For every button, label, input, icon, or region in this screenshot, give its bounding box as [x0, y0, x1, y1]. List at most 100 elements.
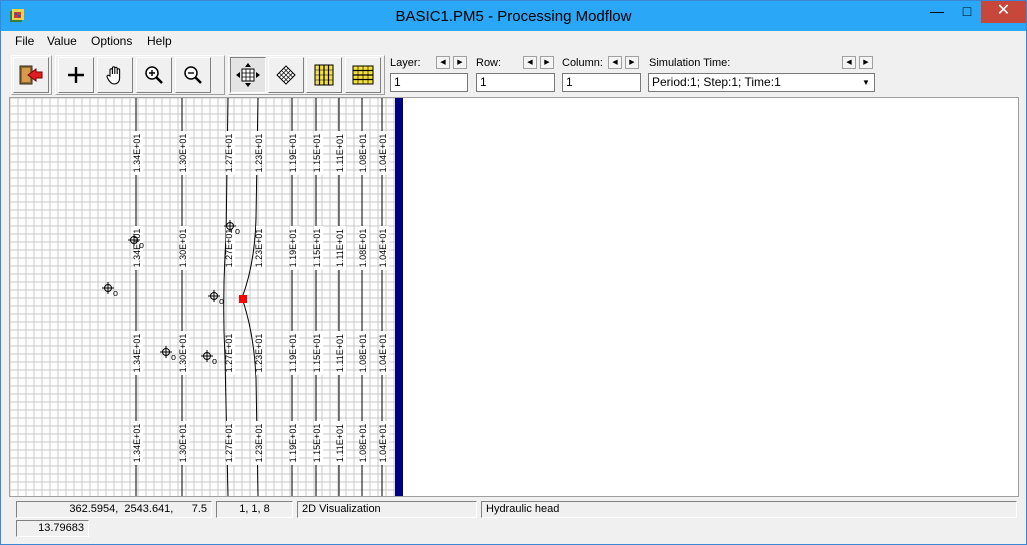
contour-label: 1.27E+01 — [224, 424, 234, 463]
column-label: Column: — [562, 57, 603, 69]
pan-hand-icon — [106, 66, 121, 85]
grid-columns-icon — [314, 64, 334, 86]
contour-label: 1.27E+01 — [224, 334, 234, 373]
layer-input[interactable]: 1 — [390, 73, 468, 92]
grid-columns-button[interactable] — [306, 57, 342, 93]
model-view-canvas[interactable]: 1.34E+01 1.34E+01 1.34E+01 1.34E+01 1.30E+01… — [9, 97, 1019, 497]
move-grid-button[interactable] — [230, 57, 266, 93]
row-increment-button[interactable]: ▶ — [540, 56, 554, 69]
contour-label: 1.08E+01 — [358, 334, 368, 373]
contour-label: 1.15E+01 — [312, 134, 322, 173]
pan-button[interactable] — [97, 57, 133, 93]
contour-label: 1.11E+01 — [335, 134, 345, 172]
row-decrement-button[interactable]: ◀ — [523, 56, 537, 69]
menu-help[interactable]: Help — [147, 34, 172, 48]
contour-label: 1.08E+01 — [358, 424, 368, 463]
status-coordinates: 362.5954, 2543.641, 7.5 — [16, 501, 212, 518]
contour-label: 1.34E+01 — [132, 334, 142, 373]
simulation-time-label: Simulation Time: — [649, 57, 731, 69]
move-grid-icon — [236, 63, 260, 87]
row-input[interactable]: 1 — [476, 73, 555, 92]
layer-decrement-button[interactable]: ◀ — [436, 56, 450, 69]
active-cell-marker — [239, 295, 247, 303]
contour-label: 1.04E+01 — [378, 424, 388, 463]
contour-label: 1.30E+01 — [178, 134, 188, 173]
zoom-out-button[interactable] — [175, 57, 211, 93]
grid-rows-icon — [352, 65, 374, 85]
minimize-button[interactable]: — — [921, 1, 953, 23]
rotate-grid-button[interactable] — [268, 57, 304, 93]
well-label: o — [212, 356, 217, 366]
contour-label: 1.08E+01 — [358, 134, 368, 173]
contour-label: 1.30E+01 — [178, 334, 188, 373]
menu-bar: File Value Options Help — [1, 31, 1026, 51]
contour-label: 1.11E+01 — [335, 424, 345, 462]
contour-label: 1.19E+01 — [288, 229, 298, 268]
contour-label: 1.19E+01 — [288, 134, 298, 173]
menu-options[interactable]: Options — [91, 34, 132, 48]
contour-label: 1.11E+01 — [335, 334, 345, 372]
contour-label: 1.23E+01 — [254, 424, 264, 463]
contour-label: 1.04E+01 — [378, 134, 388, 173]
status-value: 13.79683 — [16, 520, 89, 537]
zoom-in-icon — [145, 66, 163, 84]
menu-file[interactable]: File — [15, 34, 34, 48]
app-window: BASIC1.PM5 - Processing Modflow — □ ✕ Fi… — [0, 0, 1027, 545]
status-parameter: Hydraulic head — [481, 501, 1017, 518]
contour-label: 1.11E+01 — [335, 229, 345, 267]
contour-label: 1.04E+01 — [378, 229, 388, 268]
contour-label: 1.27E+01 — [224, 229, 234, 268]
contour-label: 1.19E+01 — [288, 424, 298, 463]
simulation-time-value: Period:1; Step:1; Time:1 — [652, 75, 781, 89]
contour-label: 1.15E+01 — [312, 424, 322, 463]
contour-label: 1.34E+01 — [132, 424, 142, 463]
model-boundary — [395, 98, 403, 496]
exit-button[interactable] — [13, 57, 49, 93]
status-bar-value: 13.79683 — [9, 520, 1019, 538]
time-decrement-button[interactable]: ◀ — [842, 56, 856, 69]
chevron-down-icon[interactable]: ▼ — [858, 74, 874, 91]
column-decrement-button[interactable]: ◀ — [608, 56, 622, 69]
well-label: o — [219, 296, 224, 306]
status-bar: 362.5954, 2543.641, 7.5 1, 1, 8 2D Visua… — [9, 501, 1019, 519]
window-title: BASIC1.PM5 - Processing Modflow — [395, 8, 632, 25]
maximize-button[interactable]: □ — [953, 1, 981, 23]
well-label: o — [235, 226, 240, 236]
grid-rows-button[interactable] — [345, 57, 381, 93]
layer-label: Layer: — [390, 57, 421, 69]
contour-lines: 1.34E+011.34E+011.34E+011.34E+011.30E+01… — [132, 98, 389, 496]
status-cell: 1, 1, 8 — [216, 501, 293, 518]
zoom-out-icon — [184, 66, 202, 84]
contour-label: 1.23E+01 — [254, 134, 264, 173]
layer-increment-button[interactable]: ▶ — [453, 56, 467, 69]
contour-label: 1.15E+01 — [312, 229, 322, 268]
simulation-time-select[interactable]: Period:1; Step:1; Time:1 ▼ — [648, 73, 875, 92]
title-bar[interactable]: BASIC1.PM5 - Processing Modflow — □ ✕ — [1, 1, 1026, 31]
contour-label: 1.34E+01 — [132, 134, 142, 173]
contour-label: 1.27E+01 — [224, 134, 234, 173]
toolbar: Layer: ◀ ▶ 1 Row: ◀ ▶ 1 Column: ◀ ▶ 1 Si… — [1, 53, 1026, 95]
column-input[interactable]: 1 — [562, 73, 641, 92]
exit-icon — [19, 65, 43, 85]
contour-label: 1.15E+01 — [312, 334, 322, 373]
contour-label: 1.30E+01 — [178, 424, 188, 463]
close-button[interactable]: ✕ — [981, 1, 1026, 23]
well-label: o — [113, 288, 118, 298]
contour-label: 1.23E+01 — [254, 229, 264, 268]
contour-label: 1.08E+01 — [358, 229, 368, 268]
add-button[interactable] — [58, 57, 94, 93]
model-grid[interactable]: 1.34E+011.34E+011.34E+011.34E+011.30E+01… — [10, 98, 1018, 496]
zoom-in-button[interactable] — [136, 57, 172, 93]
time-increment-button[interactable]: ▶ — [859, 56, 873, 69]
column-increment-button[interactable]: ▶ — [625, 56, 639, 69]
well-marker: o — [201, 350, 217, 366]
contour-label: 1.23E+01 — [254, 334, 264, 373]
well-label: o — [171, 352, 176, 362]
status-mode: 2D Visualization — [297, 501, 477, 518]
rotate-grid-icon — [276, 65, 296, 85]
plus-icon — [68, 67, 84, 83]
contour-label: 1.19E+01 — [288, 334, 298, 373]
menu-value[interactable]: Value — [47, 34, 77, 48]
well-label: o — [139, 240, 144, 250]
row-label: Row: — [476, 57, 502, 69]
